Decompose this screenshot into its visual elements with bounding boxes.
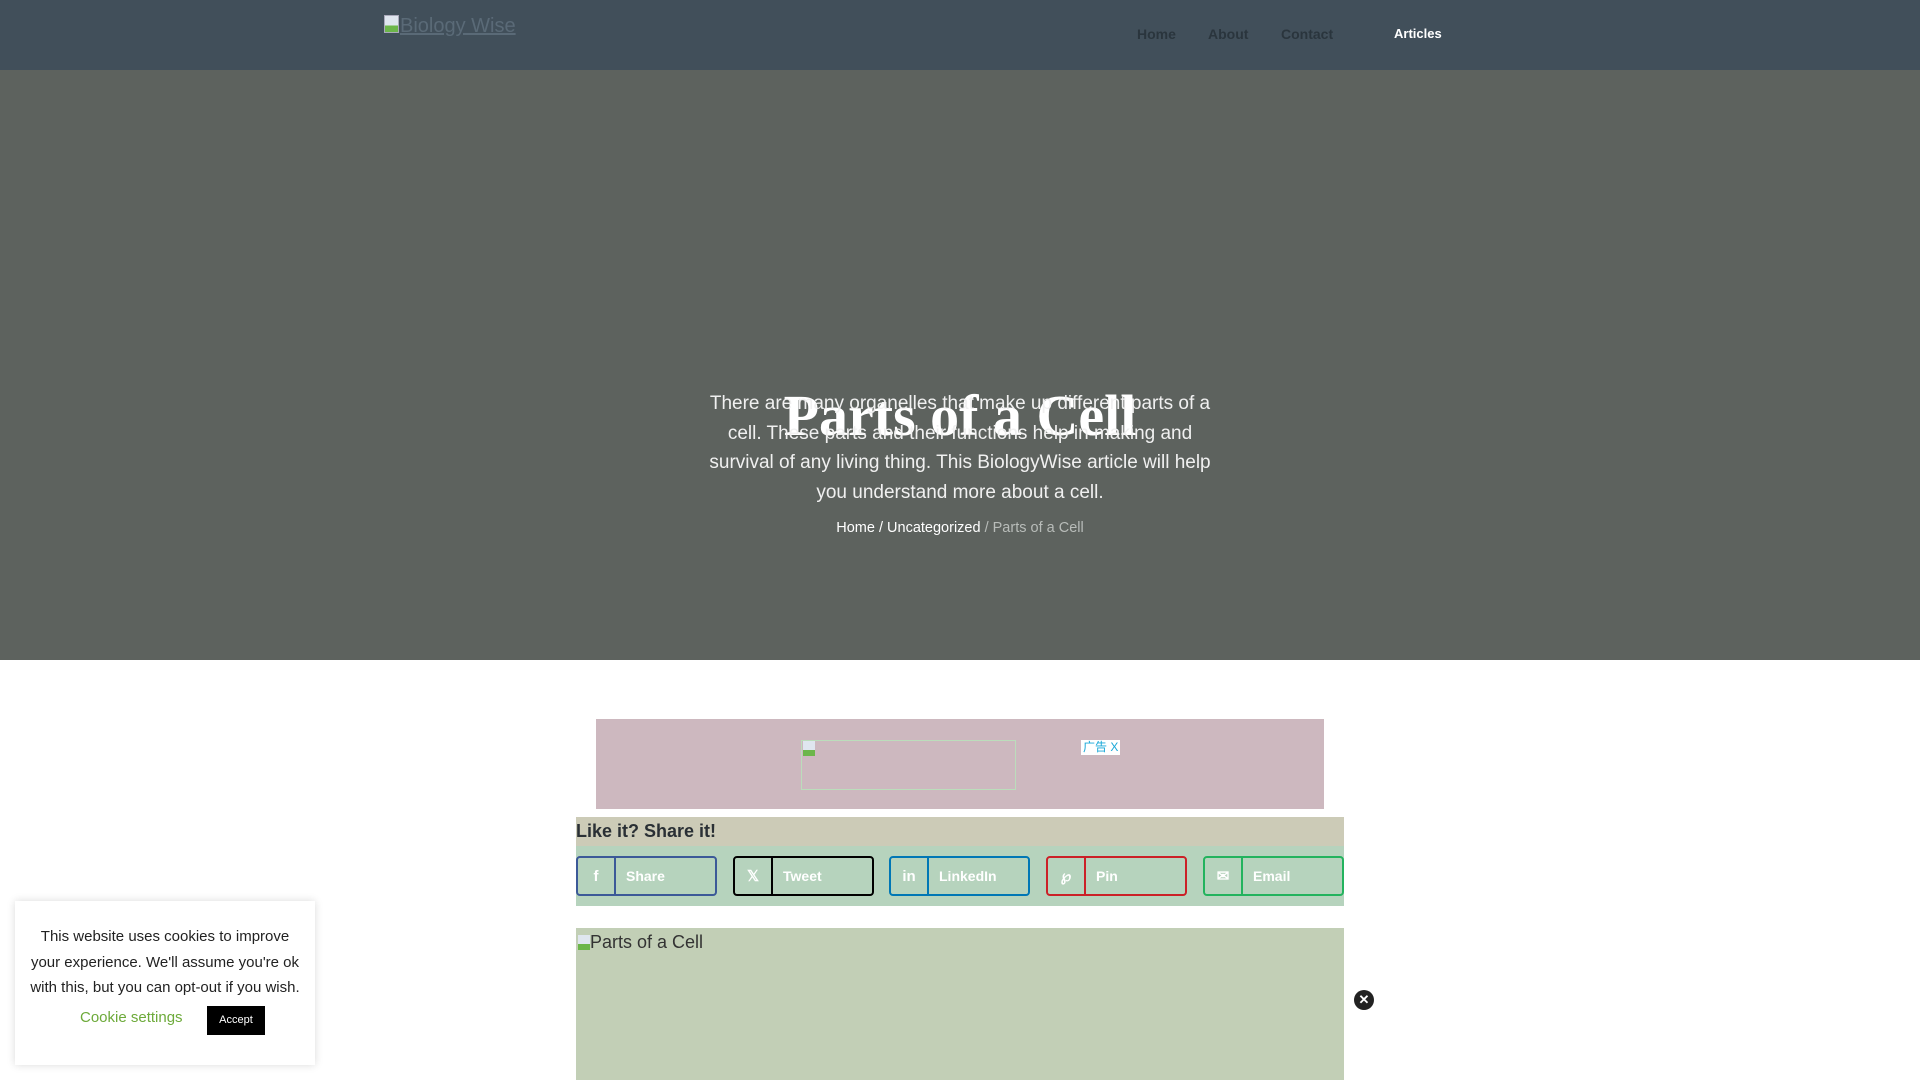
ad-frame	[801, 740, 1016, 790]
share-heading: Like it? Share it!	[576, 817, 1344, 846]
cookie-banner: This website uses cookies to improve you…	[15, 901, 315, 1065]
accept-button[interactable]: Accept	[207, 1006, 265, 1035]
image-alt-text: Parts of a Cell	[590, 932, 704, 952]
share-buttons: f Share 𝕏 Tweet in LinkedIn ℘ Pin ✉ Email	[576, 846, 1344, 906]
broken-image-icon	[803, 741, 815, 756]
email-icon: ✉	[1205, 858, 1243, 894]
ad-label[interactable]: 广告 X	[1081, 740, 1121, 755]
x-icon: 𝕏	[735, 858, 773, 894]
breadcrumb-current: Parts of a Cell	[992, 520, 1084, 536]
button-label: Tweet	[783, 868, 822, 884]
close-icon[interactable]: ✕	[1354, 990, 1374, 1010]
nav-home[interactable]: Home	[1137, 26, 1176, 42]
nav-about[interactable]: About	[1208, 26, 1248, 42]
broken-image-icon	[578, 935, 590, 950]
linkedin-share-button[interactable]: in LinkedIn	[889, 856, 1030, 896]
button-label: LinkedIn	[939, 868, 997, 884]
cookie-message: This website uses cookies to improve you…	[30, 928, 300, 996]
breadcrumb-separator: /	[984, 520, 989, 536]
breadcrumb-separator: /	[878, 520, 884, 536]
facebook-share-button[interactable]: f Share	[576, 856, 717, 896]
breadcrumb-home[interactable]: Home	[836, 520, 875, 536]
button-label: Share	[626, 868, 665, 884]
page-description: There are many organelles that make up d…	[709, 393, 1211, 503]
ad-tag: 广告	[1083, 740, 1108, 754]
pinterest-pin-button[interactable]: ℘ Pin	[1046, 856, 1187, 896]
x-tweet-button[interactable]: 𝕏 Tweet	[733, 856, 874, 896]
article-image: Parts of a Cell	[576, 928, 1344, 1080]
ad-close-icon[interactable]: X	[1110, 740, 1118, 754]
breadcrumb-category[interactable]: Uncategorized	[887, 520, 981, 536]
button-label: Email	[1253, 868, 1291, 884]
button-label: Pin	[1096, 868, 1118, 884]
ad-banner[interactable]: 广告 X	[596, 719, 1324, 809]
email-share-button[interactable]: ✉ Email	[1203, 856, 1344, 896]
broken-image-icon	[384, 15, 399, 33]
site-header: Biology Wise Home About Contact Articles	[0, 0, 1920, 70]
pinterest-icon: ℘	[1048, 858, 1086, 894]
logo-alt-text: Biology Wise	[400, 15, 516, 37]
breadcrumb: Home / Uncategorized / Parts of a Cell	[0, 520, 1920, 536]
nav-articles[interactable]: Articles	[1394, 26, 1442, 41]
facebook-icon: f	[578, 858, 616, 894]
cookie-settings-link[interactable]: Cookie settings	[80, 1009, 183, 1026]
hero-banner: Parts of a Cell There are many organelle…	[0, 70, 1920, 660]
site-logo[interactable]: Biology Wise	[384, 15, 516, 38]
linkedin-icon: in	[891, 858, 929, 894]
nav-contact[interactable]: Contact	[1281, 26, 1333, 42]
